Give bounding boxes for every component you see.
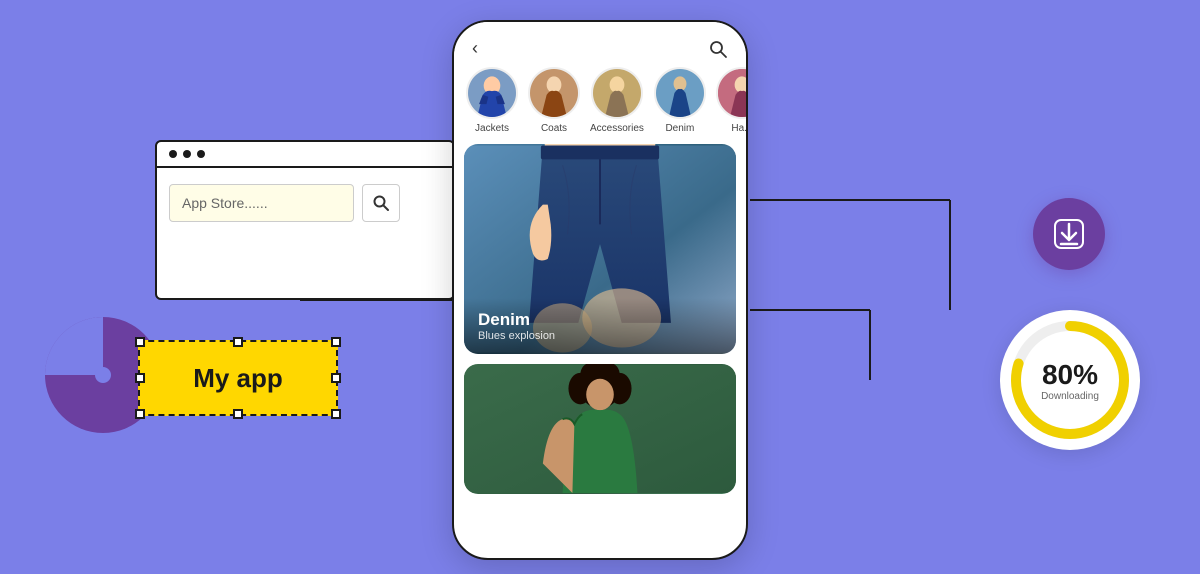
selection-handle-bl[interactable] xyxy=(135,409,145,419)
browser-titlebar xyxy=(157,142,453,168)
phone-search-icon[interactable] xyxy=(708,39,728,59)
selection-handle-tm[interactable] xyxy=(233,337,243,347)
browser-body: App Store...... xyxy=(157,168,453,238)
category-circle-coats xyxy=(528,67,580,119)
product-card-denim[interactable]: Denim Blues explosion xyxy=(464,144,736,354)
category-hats[interactable]: Ha... xyxy=(716,67,746,134)
category-circle-denim xyxy=(654,67,706,119)
selection-handle-tr[interactable] xyxy=(331,337,341,347)
green-card-image xyxy=(464,364,736,494)
denim-card-image: Denim Blues explosion xyxy=(464,144,736,354)
progress-ring-container: 80% Downloading xyxy=(1000,310,1140,450)
progress-percent: 80% xyxy=(1041,359,1099,391)
progress-text: 80% Downloading xyxy=(1041,359,1099,402)
app-store-search-bar: App Store...... xyxy=(169,184,354,222)
category-circle-accessories xyxy=(591,67,643,119)
selection-handle-tl[interactable] xyxy=(135,337,145,347)
selection-handle-ml[interactable] xyxy=(135,373,145,383)
back-button[interactable]: ‹ xyxy=(472,38,478,59)
category-circle-jackets xyxy=(466,67,518,119)
browser-dot-2 xyxy=(183,150,191,158)
download-icon xyxy=(1051,216,1087,252)
product-card-green[interactable] xyxy=(464,364,736,494)
download-button[interactable] xyxy=(1033,198,1105,270)
category-circle-hats xyxy=(716,67,746,119)
categories-row: Jackets Coats Accessories xyxy=(454,67,746,144)
selection-handle-br[interactable] xyxy=(331,409,341,419)
category-label-coats: Coats xyxy=(541,123,567,134)
denim-card-title: Denim xyxy=(478,310,722,330)
search-icon xyxy=(372,194,390,212)
category-denim[interactable]: Denim xyxy=(654,67,706,134)
green-figure xyxy=(464,364,736,494)
category-label-hats: Ha... xyxy=(731,123,746,134)
selection-handle-bm[interactable] xyxy=(233,409,243,419)
selection-border xyxy=(138,340,338,416)
denim-card-overlay: Denim Blues explosion xyxy=(464,298,736,354)
selection-handle-mr[interactable] xyxy=(331,373,341,383)
category-label-jackets: Jackets xyxy=(475,123,509,134)
progress-label: Downloading xyxy=(1041,391,1099,402)
denim-card-subtitle: Blues explosion xyxy=(478,330,722,342)
search-placeholder-text: App Store...... xyxy=(182,195,268,211)
search-button[interactable] xyxy=(362,184,400,222)
category-coats[interactable]: Coats xyxy=(528,67,580,134)
category-label-denim: Denim xyxy=(665,123,694,134)
my-app-container: My app xyxy=(138,340,338,416)
category-accessories[interactable]: Accessories xyxy=(590,67,644,134)
category-label-accessories: Accessories xyxy=(590,123,644,134)
browser-window: App Store...... xyxy=(155,140,455,300)
phone-header: ‹ xyxy=(454,22,746,67)
category-jackets[interactable]: Jackets xyxy=(466,67,518,134)
browser-dot-3 xyxy=(197,150,205,158)
browser-dot-1 xyxy=(169,150,177,158)
phone-mockup: ‹ Jackets xyxy=(452,20,748,560)
